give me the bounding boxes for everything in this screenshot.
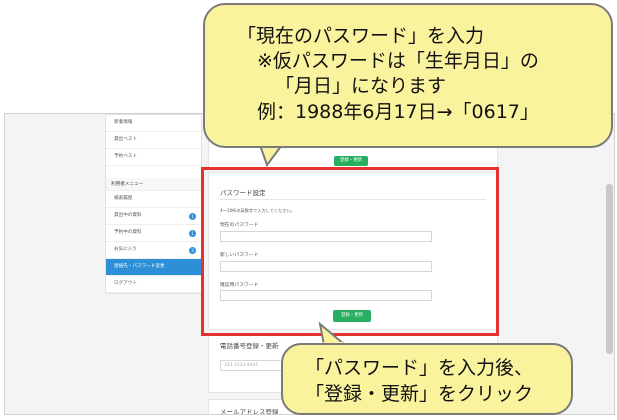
sidebar-item-reserved[interactable]: 予約中の資料 1 [106,225,201,242]
sidebar: 新着情報 貸出ベスト 予約ベスト 利用者メニュー 検索履歴 貸出中の資料 1 予約… [105,114,202,294]
sidebar-item-news[interactable]: 新着情報 [106,115,201,132]
sidebar-item-loan-best[interactable]: 貸出ベスト [106,132,201,149]
callout-top-line1: 「現在のパスワード」を入力 [237,25,485,47]
phone-panel-title: 電話番号登録・更新 [220,342,279,350]
sidebar-item-label: 連絡先・パスワード変更 [114,264,165,269]
scrollbar[interactable] [606,184,613,354]
sidebar-item-reserve-best[interactable]: 予約ベスト [106,149,201,166]
callout-top: 「現在のパスワード」を入力 ※仮パスワードは「生年月日」の 「月日」になります … [203,3,613,148]
callout-bottom: 「パスワード」を入力後、 「登録・更新」をクリック [281,343,573,415]
callout-top-line4: 例：1988年6月17日→「0617」 [257,101,539,123]
sidebar-item-search-history[interactable]: 検索履歴 [106,191,201,208]
count-badge: 1 [189,212,196,220]
sidebar-item-logout[interactable]: ログアウト [106,276,201,293]
callout-bottom-line1: 「パスワード」を入力後、 [305,357,534,379]
sidebar-item-contact-password[interactable]: 連絡先・パスワード変更 [106,259,201,276]
sidebar-item-borrowed[interactable]: 貸出中の資料 1 [106,208,201,225]
sidebar-item-label: お気に入り [114,247,137,252]
callout-top-line2: ※仮パスワードは「生年月日」の [257,50,539,72]
count-badge: 1 [189,229,196,237]
register-update-button-top[interactable]: 登録・更新 [334,156,368,166]
callout-bottom-line2: 「登録・更新」をクリック [305,383,534,405]
phone-input[interactable]: 333-3333-4444 [220,360,290,371]
sidebar-item-favorites[interactable]: お気に入り 3 [106,242,201,259]
sidebar-item-label: ログアウト [114,281,137,286]
sidebar-item-label: 検索履歴 [114,196,133,201]
sidebar-item-label: 予約中の資料 [114,230,142,235]
sidebar-item-label: 貸出中の資料 [114,213,142,218]
count-badge: 3 [189,246,196,254]
sidebar-user-menu-header: 利用者メニュー [106,178,201,191]
highlight-frame [201,167,499,336]
mail-panel-title: メールアドレス登録 [220,408,279,415]
callout-top-line3: 「月日」になります [275,75,447,97]
